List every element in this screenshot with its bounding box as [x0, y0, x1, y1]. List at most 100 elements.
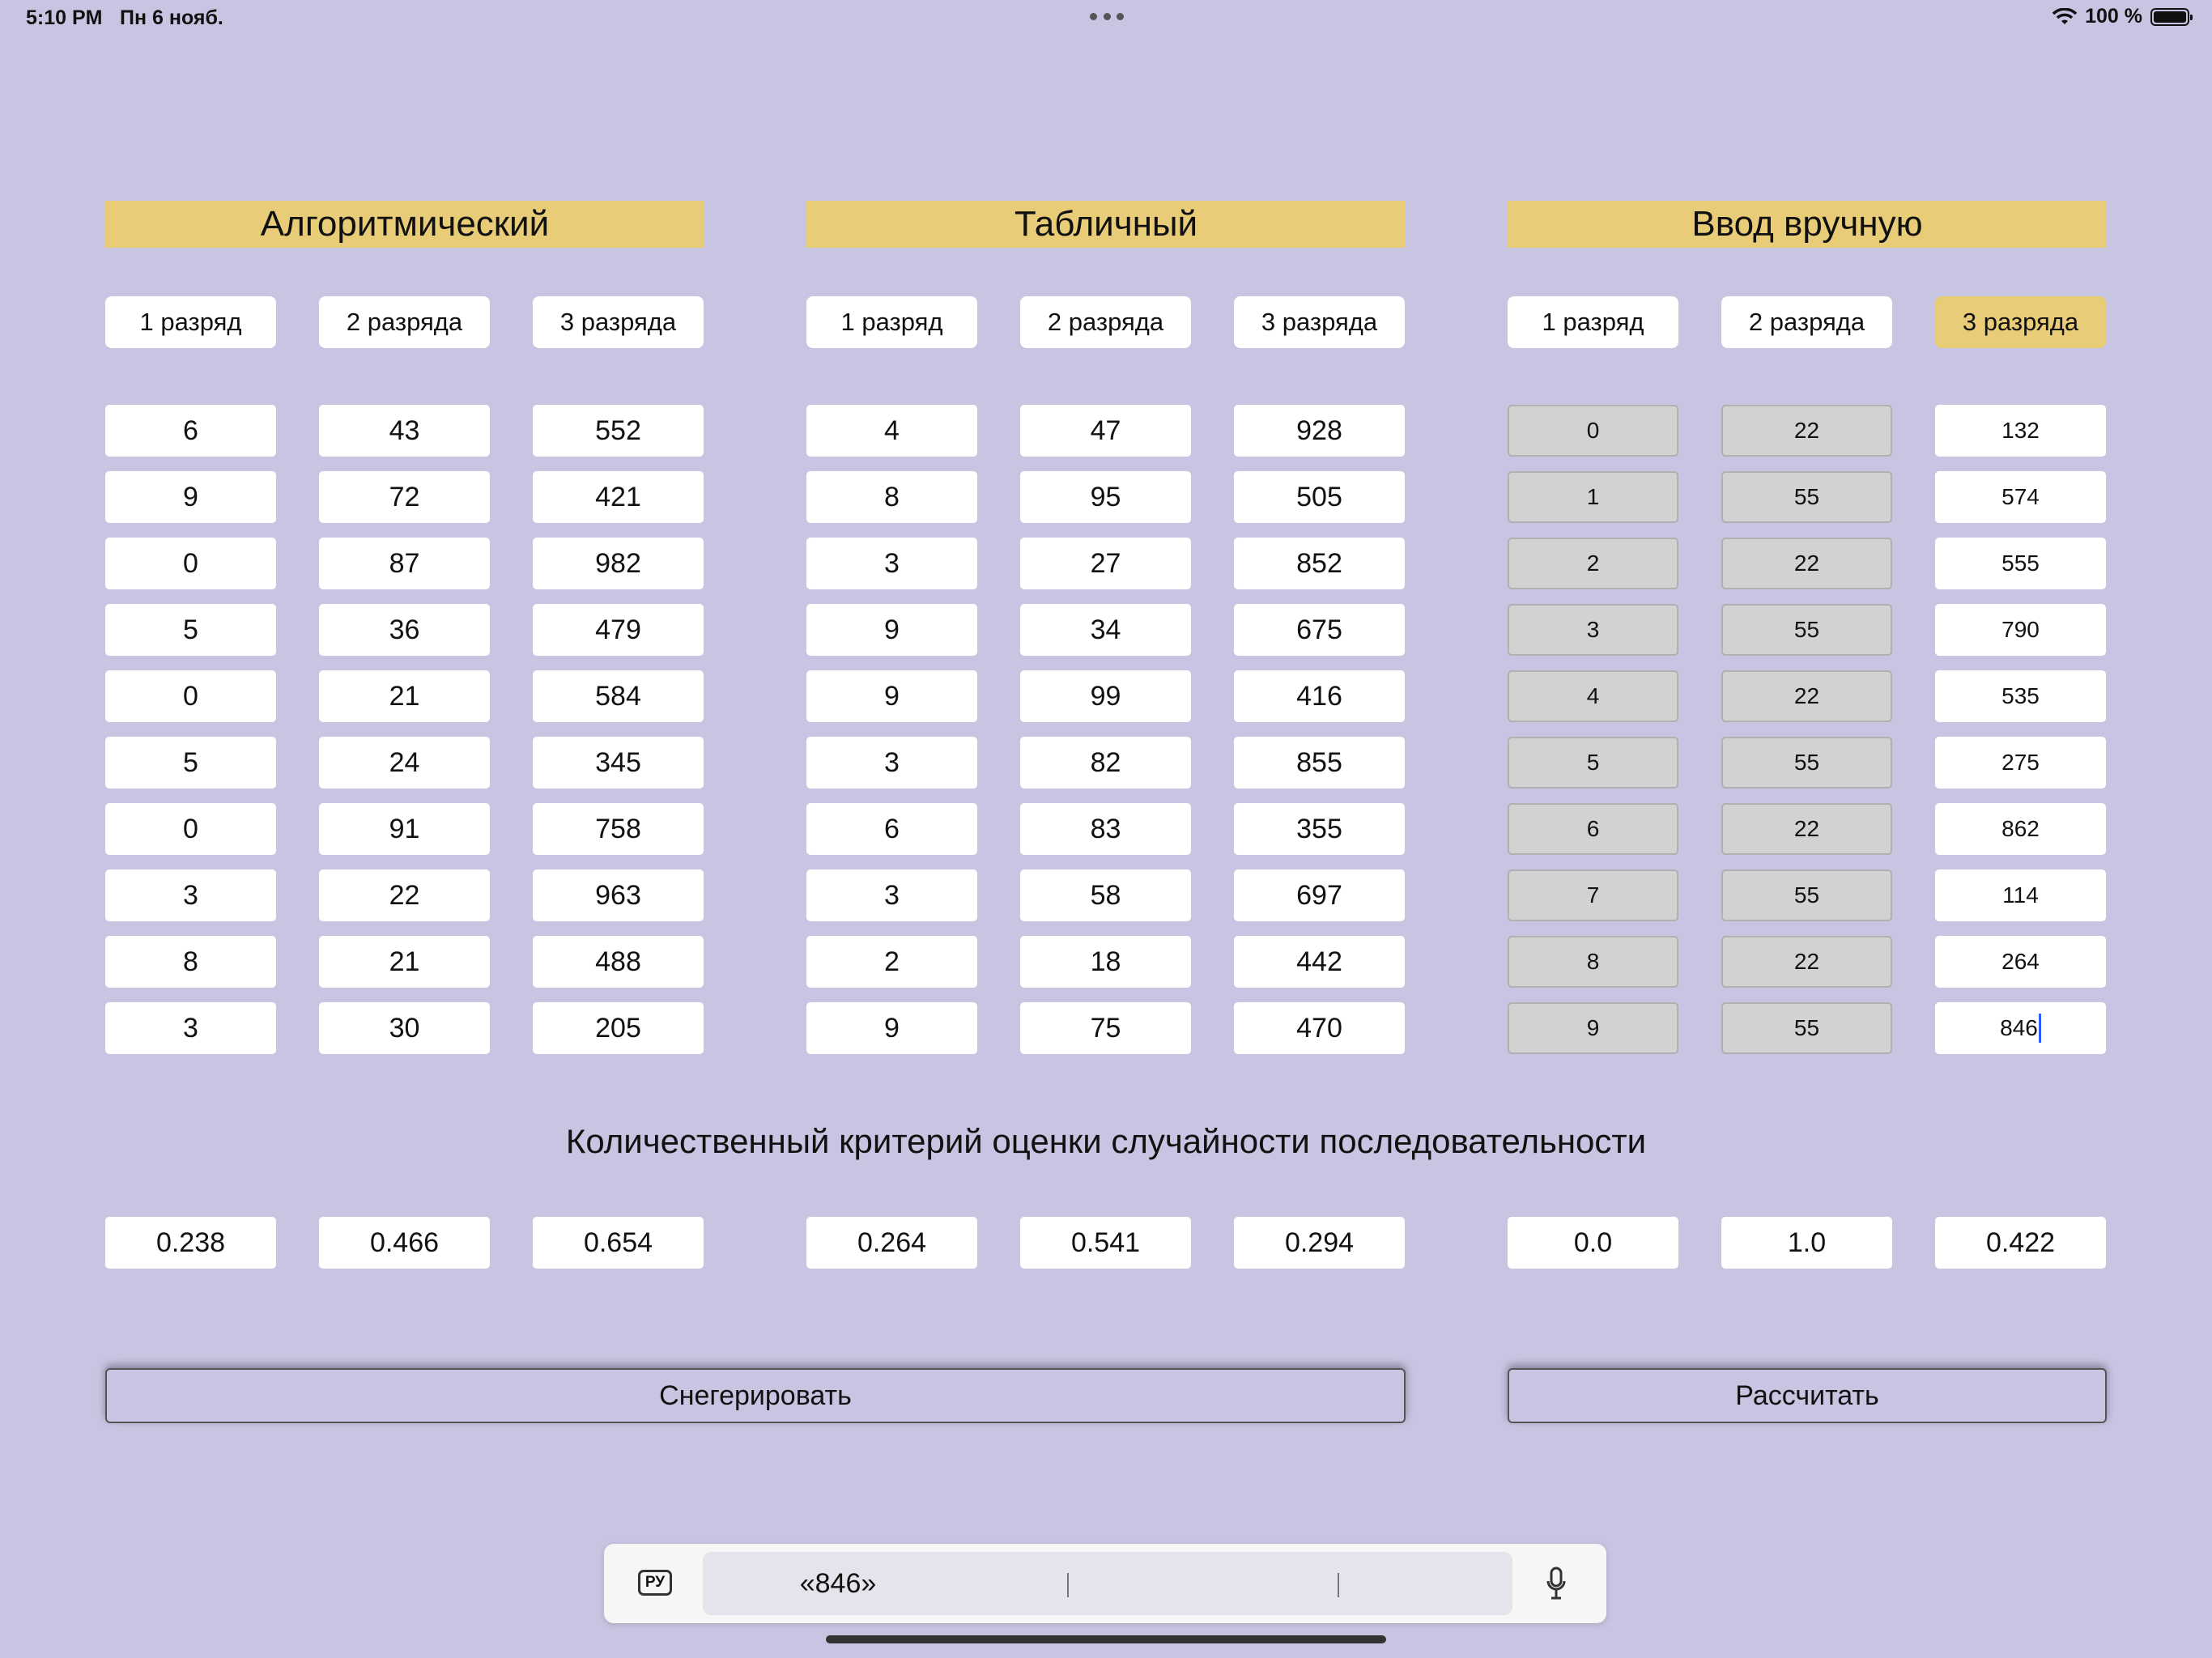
value-cell: 55 — [1721, 1002, 1892, 1054]
value-cell: 0 — [105, 803, 276, 855]
value-cell: 8 — [1508, 936, 1678, 988]
digit-mode-button[interactable]: 1 разряд — [105, 296, 276, 348]
value-cell: 58 — [1020, 869, 1191, 921]
value-cell: 95 — [1020, 471, 1191, 523]
value-cell: 675 — [1234, 604, 1405, 656]
value-cell: 3 — [806, 538, 977, 589]
value-cell[interactable]: 132 — [1935, 405, 2106, 457]
multitasking-dots-icon[interactable] — [1090, 13, 1124, 23]
value-cell: 5 — [105, 737, 276, 789]
value-cell: 505 — [1234, 471, 1405, 523]
value-cell: 22 — [1721, 803, 1892, 855]
text-cursor — [2038, 1014, 2041, 1043]
value-cell: 55 — [1721, 869, 1892, 921]
value-cell[interactable]: 862 — [1935, 803, 2106, 855]
calculate-button[interactable]: Рассчитать — [1508, 1368, 2107, 1423]
value-cell: 55 — [1721, 604, 1892, 656]
criterion-value: 0.294 — [1234, 1217, 1405, 1269]
value-cell: 9 — [1508, 1002, 1678, 1054]
value-cell[interactable]: 555 — [1935, 538, 2106, 589]
value-cell: 75 — [1020, 1002, 1191, 1054]
value-cell: 21 — [319, 936, 490, 988]
value-cell[interactable]: 790 — [1935, 604, 2106, 656]
value-cell[interactable]: 114 — [1935, 869, 2106, 921]
value-cell: 55 — [1721, 737, 1892, 789]
value-cell: 9 — [806, 604, 977, 656]
value-cell: 5 — [105, 604, 276, 656]
value-cell: 18 — [1020, 936, 1191, 988]
digit-mode-button[interactable]: 2 разряда — [1020, 296, 1191, 348]
value-cell: 21 — [319, 670, 490, 722]
value-cell: 6 — [806, 803, 977, 855]
criterion-value: 0.466 — [319, 1217, 490, 1269]
value-cell: 4 — [806, 405, 977, 457]
value-cell: 421 — [533, 471, 704, 523]
criterion-value: 0.238 — [105, 1217, 276, 1269]
value-cell: 2 — [1508, 538, 1678, 589]
digit-mode-button[interactable]: 2 разряда — [1721, 296, 1892, 348]
value-cell: 8 — [105, 936, 276, 988]
value-cell: 0 — [105, 670, 276, 722]
generate-button[interactable]: Снегерировать — [105, 1368, 1406, 1423]
digit-mode-button[interactable]: 2 разряда — [319, 296, 490, 348]
value-cell: 82 — [1020, 737, 1191, 789]
digit-mode-button[interactable]: 3 разряда — [1935, 296, 2106, 348]
value-cell: 87 — [319, 538, 490, 589]
value-cell: 584 — [533, 670, 704, 722]
value-cell: 47 — [1020, 405, 1191, 457]
value-cell: 855 — [1234, 737, 1405, 789]
value-cell: 1 — [1508, 471, 1678, 523]
value-cell: 22 — [1721, 538, 1892, 589]
value-cell: 758 — [533, 803, 704, 855]
value-cell: 27 — [1020, 538, 1191, 589]
value-cell: 479 — [533, 604, 704, 656]
value-cell: 9 — [806, 1002, 977, 1054]
digit-mode-button[interactable]: 1 разряд — [806, 296, 977, 348]
status-time: 5:10 PM — [26, 6, 103, 29]
value-cell: 697 — [1234, 869, 1405, 921]
value-cell: 91 — [319, 803, 490, 855]
suggestions-strip: «846» — [703, 1552, 1512, 1615]
digit-mode-button[interactable]: 3 разряда — [533, 296, 704, 348]
value-cell: 6 — [1508, 803, 1678, 855]
value-cell: 416 — [1234, 670, 1405, 722]
value-cell: 2 — [806, 936, 977, 988]
value-cell[interactable]: 264 — [1935, 936, 2106, 988]
value-cell: 6 — [105, 405, 276, 457]
suggestion-divider — [1338, 1573, 1339, 1597]
suggestion-divider — [1067, 1573, 1069, 1597]
value-cell: 34 — [1020, 604, 1191, 656]
value-cell[interactable]: 846 — [1935, 1002, 2106, 1054]
home-indicator[interactable] — [826, 1635, 1386, 1643]
value-cell[interactable]: 535 — [1935, 670, 2106, 722]
criterion-value: 0.264 — [806, 1217, 977, 1269]
battery-percent: 100 % — [2085, 5, 2142, 28]
digit-mode-button[interactable]: 3 разряда — [1234, 296, 1405, 348]
value-cell: 3 — [806, 737, 977, 789]
value-cell: 928 — [1234, 405, 1405, 457]
value-cell: 22 — [1721, 670, 1892, 722]
wifi-icon — [2052, 7, 2078, 24]
keyboard-suggestion-bar: РУ «846» — [604, 1544, 1606, 1623]
value-cell[interactable]: 574 — [1935, 471, 2106, 523]
value-cell: 3 — [105, 1002, 276, 1054]
value-cell: 8 — [806, 471, 977, 523]
section-title: Ввод вручную — [1508, 201, 2107, 248]
battery-icon — [2150, 7, 2193, 26]
value-cell: 0 — [105, 538, 276, 589]
keyboard-language-icon[interactable]: РУ — [638, 1570, 672, 1596]
suggestion-item[interactable]: «846» — [703, 1552, 973, 1615]
value-cell: 4 — [1508, 670, 1678, 722]
value-cell: 3 — [105, 869, 276, 921]
value-cell[interactable]: 275 — [1935, 737, 2106, 789]
digit-mode-button[interactable]: 1 разряд — [1508, 296, 1678, 348]
value-cell: 83 — [1020, 803, 1191, 855]
value-cell: 982 — [533, 538, 704, 589]
value-cell: 3 — [1508, 604, 1678, 656]
value-cell: 22 — [319, 869, 490, 921]
section-title: Табличный — [806, 201, 1406, 248]
value-cell: 72 — [319, 471, 490, 523]
value-cell: 470 — [1234, 1002, 1405, 1054]
microphone-icon[interactable] — [1546, 1567, 1566, 1601]
section-title: Алгоритмический — [105, 201, 704, 248]
